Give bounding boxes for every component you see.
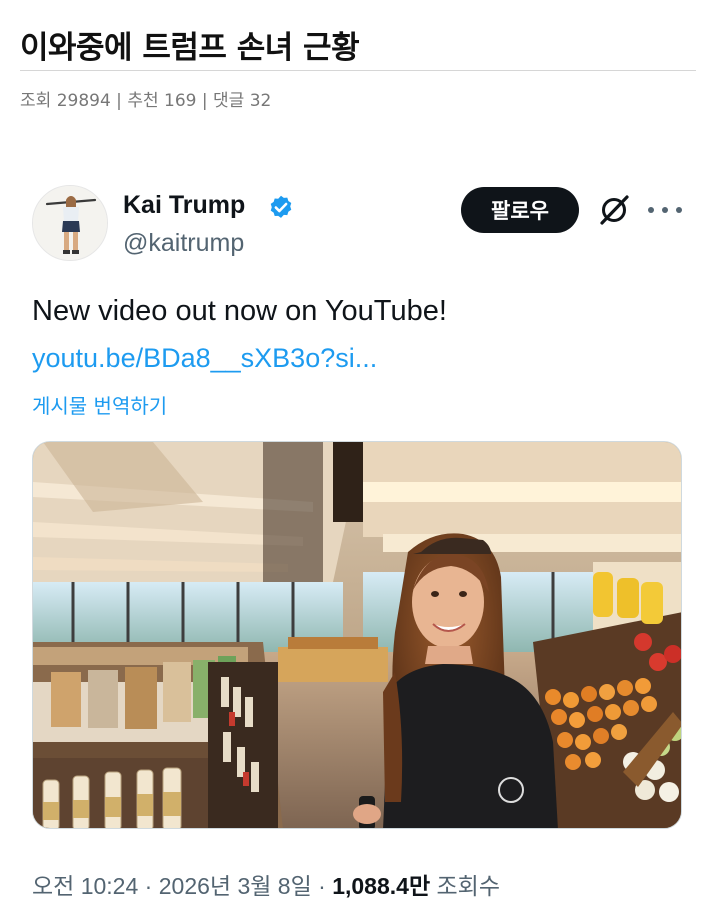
- more-options-icon[interactable]: [648, 197, 682, 223]
- tweet-text: New video out now on YouTube!: [32, 295, 447, 327]
- recommend-count: 169: [164, 91, 197, 111]
- tweet-video-thumbnail[interactable]: [32, 441, 682, 829]
- tweet-date: 2026년 3월 8일: [158, 873, 312, 899]
- grok-icon[interactable]: [597, 193, 631, 227]
- views-label: 조회: [20, 91, 52, 111]
- comments-label: 댓글: [213, 91, 245, 111]
- post-meta: 조회 29894 | 추천 169 | 댓글 32: [20, 91, 272, 111]
- views-count: 29894: [56, 91, 111, 111]
- author-handle[interactable]: @kaitrump: [123, 229, 244, 258]
- follow-button[interactable]: 팔로우: [461, 187, 579, 233]
- recommend-label: 추천: [127, 91, 159, 111]
- tweet-time: 오전 10:24: [32, 873, 139, 899]
- translate-post-link[interactable]: 게시물 번역하기: [32, 390, 167, 419]
- title-divider: [20, 70, 696, 71]
- tweet-view-label: 조회수: [436, 873, 500, 899]
- verified-badge-icon: [270, 195, 292, 218]
- tweet-link[interactable]: youtu.be/BDa8__sXB3o?si...: [32, 343, 377, 374]
- avatar[interactable]: [32, 185, 108, 261]
- author-name[interactable]: Kai Trump: [123, 191, 245, 220]
- comments-count: 32: [249, 91, 272, 111]
- tweet-timestamp: 오전 10:24 · 2026년 3월 8일 · 1,088.4만 조회수: [32, 873, 500, 899]
- page-title: 이와중에 트럼프 손녀 근황: [20, 30, 360, 66]
- tweet-view-count: 1,088.4만: [332, 873, 431, 899]
